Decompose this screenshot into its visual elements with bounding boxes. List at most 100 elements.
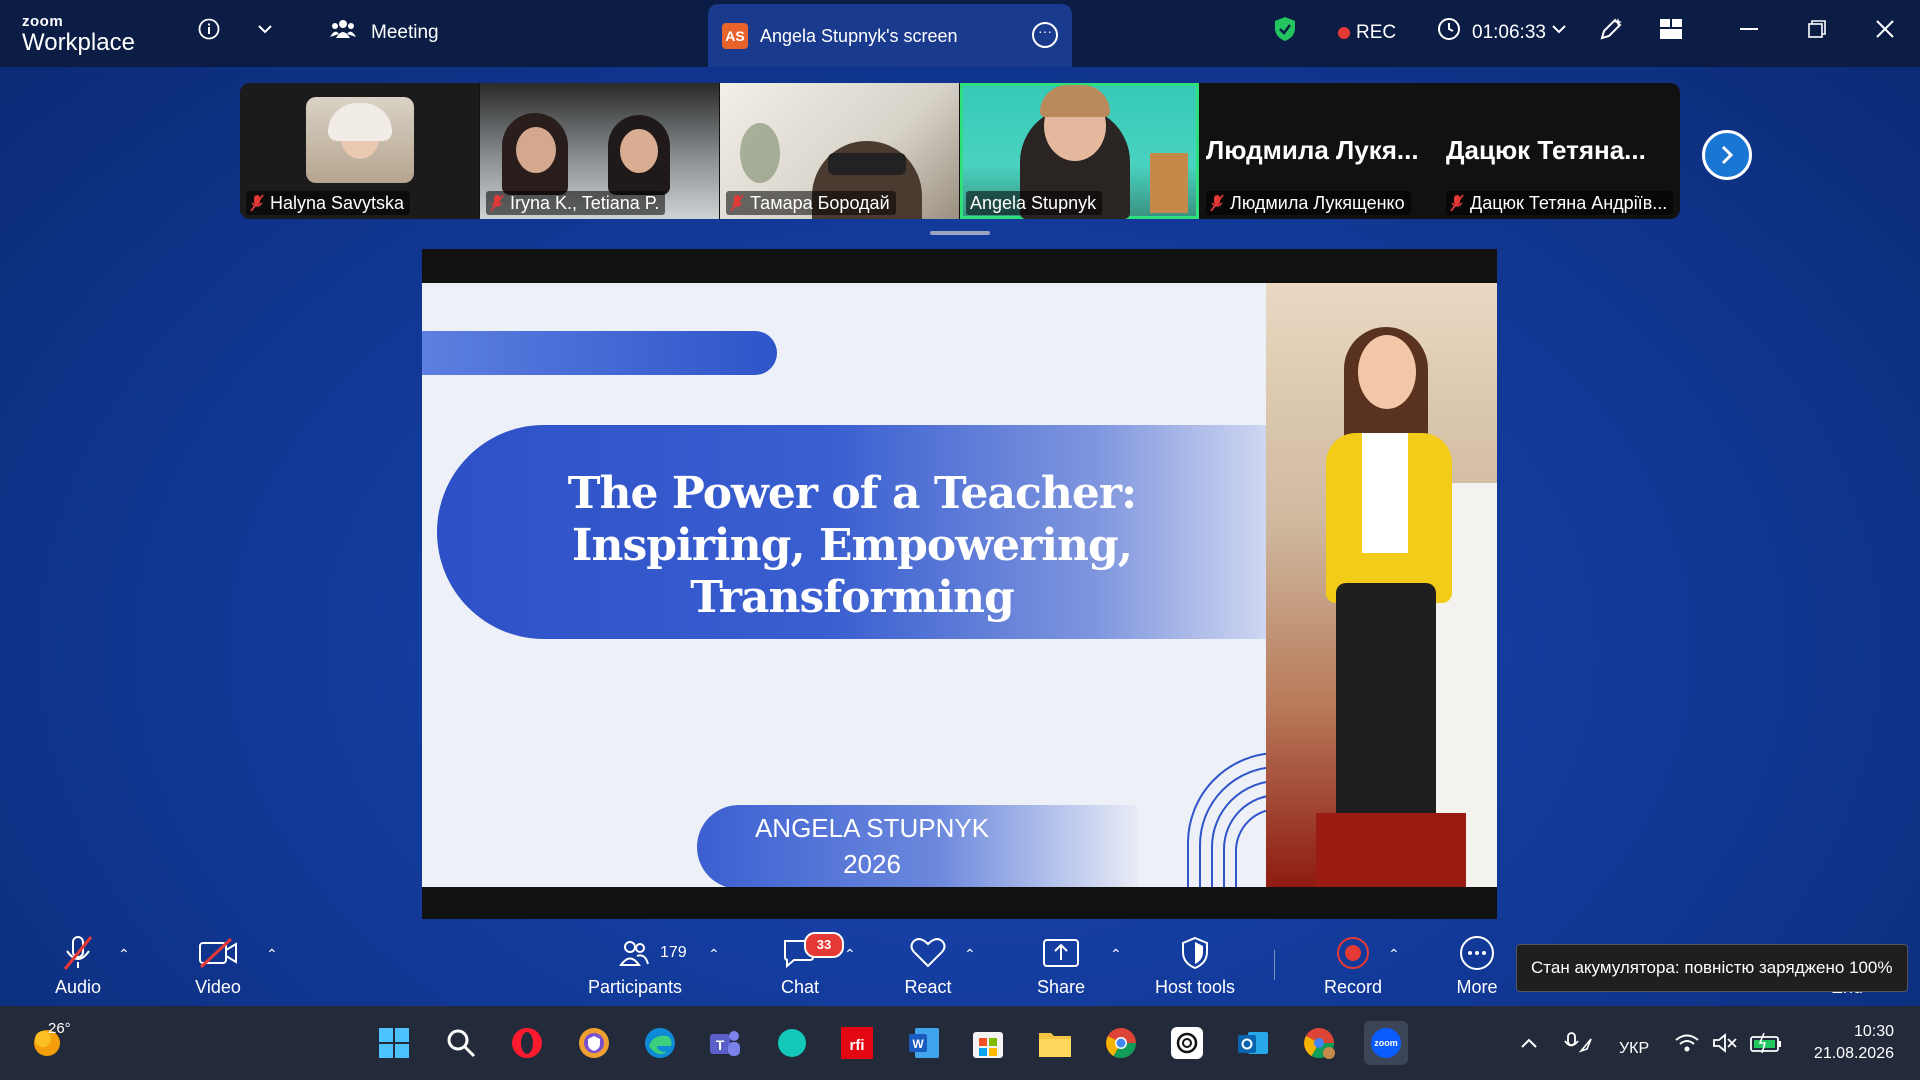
video-options-chevron-icon[interactable]: ⌃ xyxy=(266,946,278,963)
weather-temperature: 26° xyxy=(48,1020,71,1037)
restore-icon[interactable] xyxy=(1804,16,1830,42)
svg-text:W: W xyxy=(912,1037,924,1051)
host-tools-button[interactable]: Host tools xyxy=(1148,935,1242,998)
wifi-icon[interactable] xyxy=(1670,1026,1704,1060)
mic-muted-icon xyxy=(48,935,108,971)
participant-name-label: Людмила Лукященко xyxy=(1206,191,1411,215)
participant-tile[interactable]: Тамара Бородай xyxy=(720,83,959,219)
participants-label: Participants xyxy=(587,977,683,997)
info-icon[interactable] xyxy=(196,16,222,42)
word-icon[interactable]: W xyxy=(905,1024,943,1062)
meeting-timer[interactable]: 01:06:33 xyxy=(1472,22,1546,44)
radio-rfi-icon[interactable]: rfi xyxy=(838,1024,876,1062)
teal-app-icon[interactable] xyxy=(773,1024,811,1062)
share-button[interactable]: Share xyxy=(1030,935,1092,998)
microphone-in-use-icon[interactable] xyxy=(1558,1026,1598,1060)
clock-time: 10:30 xyxy=(1853,1023,1894,1040)
record-button[interactable]: Record xyxy=(1322,935,1384,998)
react-button[interactable]: React xyxy=(898,935,958,998)
file-explorer-icon[interactable] xyxy=(1036,1024,1074,1062)
view-grid-icon[interactable] xyxy=(1658,16,1684,42)
screen-share-tab-title: Angela Stupnyk's screen xyxy=(760,26,958,46)
screen-share-tab[interactable]: AS Angela Stupnyk's screen ··· xyxy=(708,4,1072,67)
teams-icon[interactable]: T xyxy=(706,1024,744,1062)
participant-name-large: Людмила Лукя... xyxy=(1206,135,1419,165)
slide-author: ANGELA STUPNYK 2026 xyxy=(747,810,997,882)
participant-tile[interactable]: Людмила Лукя... Людмила Лукященко xyxy=(1200,83,1439,219)
presenter-initials-badge: AS xyxy=(722,23,748,49)
share-label: Share xyxy=(1036,977,1086,997)
opera-browser-icon[interactable] xyxy=(508,1024,546,1062)
chevron-right-icon xyxy=(1721,145,1734,165)
video-button[interactable]: Video xyxy=(188,935,248,998)
start-icon[interactable] xyxy=(375,1024,413,1062)
participant-tile[interactable]: Halyna Savytska xyxy=(240,83,479,219)
edge-browser-icon[interactable] xyxy=(641,1024,679,1062)
shield-check-icon[interactable] xyxy=(1272,16,1298,42)
gallery-next-button[interactable] xyxy=(1702,130,1752,180)
share-options-chevron-icon[interactable]: ⌃ xyxy=(1110,946,1122,963)
chrome-icon[interactable] xyxy=(1102,1024,1140,1062)
chevron-down-icon[interactable] xyxy=(252,16,278,42)
more-button[interactable]: More xyxy=(1452,935,1502,998)
shield-icon xyxy=(1148,935,1242,971)
participant-gallery: Halyna Savytska Iryna K., Tetiana P. Там… xyxy=(240,83,1680,219)
share-screen-icon xyxy=(1030,935,1092,971)
record-icon xyxy=(1322,935,1384,971)
battery-charging-icon[interactable] xyxy=(1746,1026,1786,1060)
audio-button[interactable]: Audio xyxy=(48,935,108,998)
participants-count: 179 xyxy=(660,944,687,961)
zoom-app-icon[interactable]: zoom xyxy=(1364,1021,1408,1065)
slide-decor-bar xyxy=(422,331,777,375)
outlook-icon[interactable] xyxy=(1234,1024,1272,1062)
record-label: Record xyxy=(1323,977,1383,997)
video-label: Video xyxy=(195,977,241,997)
weather-widget[interactable]: 26° xyxy=(30,1020,71,1063)
chatgpt-icon[interactable] xyxy=(1168,1024,1206,1062)
search-icon[interactable] xyxy=(442,1024,480,1062)
record-dot-icon xyxy=(1338,26,1350,39)
minimize-icon[interactable] xyxy=(1736,16,1762,42)
meeting-tab[interactable]: Meeting xyxy=(371,22,439,44)
close-icon[interactable] xyxy=(1872,16,1898,42)
participant-name-label: Angela Stupnyk xyxy=(966,191,1103,215)
chrome-profile-icon[interactable] xyxy=(1300,1024,1338,1062)
keyboard-language-indicator[interactable]: УКР xyxy=(1619,1040,1649,1058)
participant-tile-active-speaker[interactable]: Angela Stupnyk xyxy=(960,83,1199,219)
toolbar-separator xyxy=(1274,950,1275,980)
recording-indicator[interactable]: REC xyxy=(1338,22,1396,44)
timer-chevron-down-icon[interactable] xyxy=(1546,16,1572,42)
participant-name-large: Дацюк Тетяна... xyxy=(1446,135,1646,165)
participant-tile[interactable]: Дацюк Тетяна... Дацюк Тетяна Андріїв... xyxy=(1440,83,1679,219)
gallery-resize-handle[interactable] xyxy=(930,231,990,235)
heart-icon xyxy=(898,935,958,971)
system-clock[interactable]: 10:30 21.08.2026 xyxy=(1800,1021,1894,1065)
more-dots-icon xyxy=(1452,935,1502,971)
participant-tile[interactable]: Iryna K., Tetiana P. xyxy=(480,83,719,219)
vpn-shield-app-icon[interactable] xyxy=(575,1024,613,1062)
participant-name-label: Дацюк Тетяна Андріїв... xyxy=(1446,191,1674,215)
mic-muted-icon xyxy=(490,194,504,212)
svg-text:zoom: zoom xyxy=(1374,1038,1398,1048)
audio-options-chevron-icon[interactable]: ⌃ xyxy=(118,946,130,963)
react-options-chevron-icon[interactable]: ⌃ xyxy=(964,946,976,963)
system-tray-chevron-up-icon[interactable] xyxy=(1510,1026,1548,1060)
participants-options-chevron-icon[interactable]: ⌃ xyxy=(708,946,720,963)
participant-video xyxy=(306,97,414,183)
audio-label: Audio xyxy=(54,977,102,997)
host-tools-label: Host tools xyxy=(1154,977,1236,997)
window-title-bar: zoom Workplace Meeting AS Angela Stupnyk… xyxy=(0,0,1920,67)
react-label: React xyxy=(904,977,952,997)
ms-store-icon[interactable] xyxy=(969,1024,1007,1062)
chat-options-chevron-icon[interactable]: ⌃ xyxy=(844,946,856,963)
volume-muted-icon[interactable] xyxy=(1708,1026,1742,1060)
zoom-logo: zoom Workplace xyxy=(22,14,135,55)
slide-title: The Power of a Teacher: Inspiring, Empow… xyxy=(567,468,1138,623)
more-options-icon[interactable]: ··· xyxy=(1032,22,1058,48)
rec-label: REC xyxy=(1356,22,1397,43)
record-options-chevron-icon[interactable]: ⌃ xyxy=(1388,946,1400,963)
meeting-people-icon xyxy=(330,16,356,42)
annotate-pen-icon[interactable] xyxy=(1598,16,1624,42)
mic-muted-icon xyxy=(1450,194,1464,212)
mic-muted-icon xyxy=(250,194,264,212)
